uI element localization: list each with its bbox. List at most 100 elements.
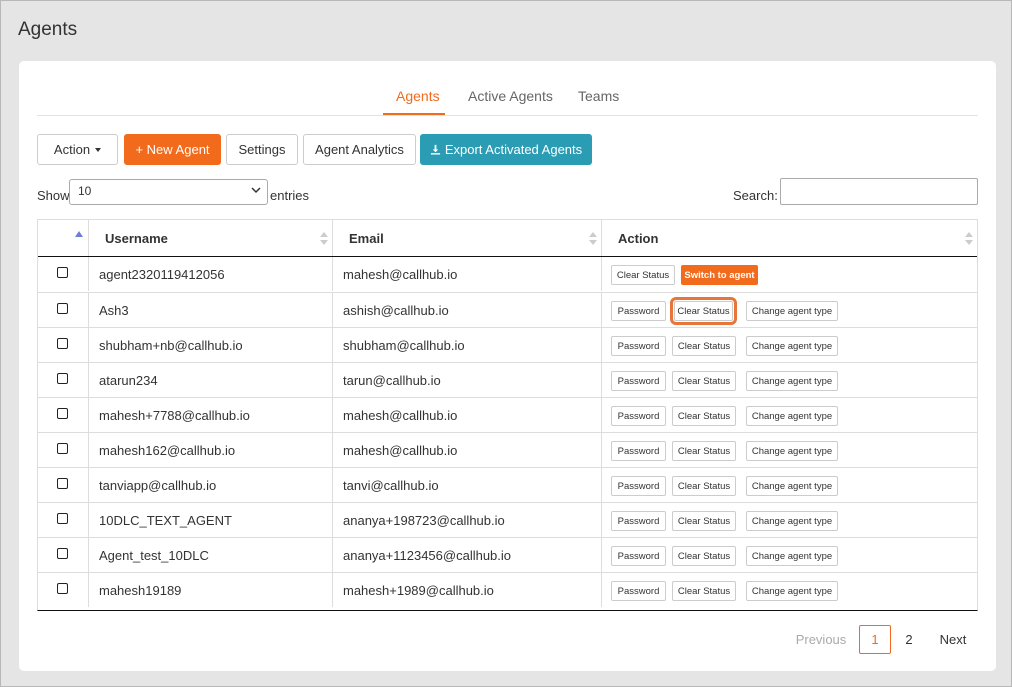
clear-status-button[interactable]: Clear Status <box>672 511 736 531</box>
clear-status-button[interactable]: Clear Status <box>670 297 737 325</box>
row-checkbox[interactable] <box>57 408 68 419</box>
row-checkbox[interactable] <box>57 443 68 454</box>
select-column-header[interactable] <box>38 220 89 256</box>
username-header-label: Username <box>105 230 168 246</box>
action-header-label: Action <box>618 230 659 246</box>
page-title: Agents <box>18 19 78 40</box>
username-column-header[interactable]: Username <box>89 220 333 256</box>
change-agent-type-button[interactable]: Change agent type <box>746 546 838 566</box>
action-cell: Password Clear Status Change agent type <box>602 293 977 327</box>
clear-status-button[interactable]: Clear Status <box>611 265 675 285</box>
password-button[interactable]: Password <box>611 301 666 321</box>
password-button[interactable]: Password <box>611 476 666 496</box>
password-button[interactable]: Password <box>611 581 666 601</box>
clear-status-button[interactable]: Clear Status <box>672 476 736 496</box>
username-cell: Ash3 <box>89 293 333 327</box>
switch-to-agent-button[interactable]: Switch to agent <box>681 265 758 285</box>
username-cell: mahesh+7788@callhub.io <box>89 398 333 432</box>
action-cell: Password Clear Status Change agent type <box>602 468 977 502</box>
password-button[interactable]: Password <box>611 546 666 566</box>
row-checkbox[interactable] <box>57 583 68 594</box>
row-checkbox[interactable] <box>57 548 68 559</box>
change-agent-type-button[interactable]: Change agent type <box>746 511 838 531</box>
username-cell: atarun234 <box>89 363 333 397</box>
row-checkbox[interactable] <box>57 267 68 278</box>
checkbox-cell <box>38 538 89 572</box>
username-cell: mahesh162@callhub.io <box>89 433 333 467</box>
page-size-select[interactable]: 10 <box>69 179 268 205</box>
checkbox-cell <box>38 398 89 432</box>
action-cell: Password Clear Status Change agent type <box>602 433 977 467</box>
row-checkbox[interactable] <box>57 478 68 489</box>
clear-status-button[interactable]: Clear Status <box>672 336 736 356</box>
username-cell: agent2320119412056 <box>89 257 333 291</box>
password-button[interactable]: Password <box>611 511 666 531</box>
tab-bar: Agents Active Agents Teams <box>37 61 978 116</box>
change-agent-type-button[interactable]: Change agent type <box>746 301 838 321</box>
table-row: mahesh+7788@callhub.io mahesh@callhub.io… <box>38 397 977 432</box>
table-row: Ash3 ashish@callhub.io Password Clear St… <box>38 292 977 327</box>
agents-card: Agents Active Agents Teams Action + New … <box>19 61 996 671</box>
email-cell: shubham@callhub.io <box>333 328 602 362</box>
agents-table: Username Email Action agent2320119412056… <box>37 219 978 611</box>
pagination-page-2[interactable]: 2 <box>895 625 923 654</box>
action-cell: Password Clear Status Change agent type <box>602 328 977 362</box>
row-checkbox[interactable] <box>57 338 68 349</box>
tab-agents[interactable]: Agents <box>396 88 440 104</box>
change-agent-type-button[interactable]: Change agent type <box>746 336 838 356</box>
clear-status-button[interactable]: Clear Status <box>672 546 736 566</box>
pagination-next[interactable]: Next <box>931 625 975 654</box>
pagination-page-1[interactable]: 1 <box>859 625 891 654</box>
new-agent-button[interactable]: + New Agent <box>124 134 221 165</box>
settings-button[interactable]: Settings <box>226 134 298 165</box>
caret-down-icon <box>95 147 102 152</box>
checkbox-cell <box>38 573 89 607</box>
sort-icon <box>965 232 973 245</box>
clear-status-button[interactable]: Clear Status <box>672 406 736 426</box>
email-column-header[interactable]: Email <box>333 220 602 256</box>
checkbox-cell <box>38 468 89 502</box>
change-agent-type-button[interactable]: Change agent type <box>746 406 838 426</box>
clear-status-button[interactable]: Clear Status <box>672 441 736 461</box>
row-checkbox[interactable] <box>57 513 68 524</box>
checkbox-cell <box>38 257 89 291</box>
action-cell: Password Clear Status Change agent type <box>602 573 977 607</box>
change-agent-type-button[interactable]: Change agent type <box>746 581 838 601</box>
pagination-previous[interactable]: Previous <box>789 625 853 654</box>
table-header: Username Email Action <box>38 220 977 257</box>
email-cell: ananya+1123456@callhub.io <box>333 538 602 572</box>
tab-teams[interactable]: Teams <box>578 88 619 104</box>
show-label: Show <box>37 188 70 203</box>
change-agent-type-button[interactable]: Change agent type <box>746 441 838 461</box>
change-agent-type-button[interactable]: Change agent type <box>746 476 838 496</box>
change-agent-type-button[interactable]: Change agent type <box>746 371 838 391</box>
action-dropdown-button[interactable]: Action <box>37 134 118 165</box>
sort-icon <box>589 232 597 245</box>
tab-active-agents[interactable]: Active Agents <box>468 88 553 104</box>
password-button[interactable]: Password <box>611 336 666 356</box>
email-cell: ashish@callhub.io <box>333 293 602 327</box>
row-checkbox[interactable] <box>57 373 68 384</box>
action-label: Action <box>53 142 91 157</box>
action-column-header[interactable]: Action <box>602 220 977 256</box>
clear-status-button[interactable]: Clear Status <box>672 581 736 601</box>
password-button[interactable]: Password <box>611 441 666 461</box>
agent-analytics-button[interactable]: Agent Analytics <box>303 134 416 165</box>
clear-status-button[interactable]: Clear Status <box>672 371 736 391</box>
entries-label: entries <box>270 188 310 203</box>
export-activated-agents-button[interactable]: Export Activated Agents <box>420 134 592 165</box>
search-input[interactable] <box>780 178 978 205</box>
action-cell: Password Clear Status Change agent type <box>602 538 977 572</box>
action-cell: Password Clear Status Change agent type <box>602 503 977 537</box>
action-cell: Password Clear Status Change agent type <box>602 363 977 397</box>
row-checkbox[interactable] <box>57 303 68 314</box>
email-cell: ananya+198723@callhub.io <box>333 503 602 537</box>
email-header-label: Email <box>349 230 384 246</box>
password-button[interactable]: Password <box>611 406 666 426</box>
username-cell: Agent_test_10DLC <box>89 538 333 572</box>
password-button[interactable]: Password <box>611 371 666 391</box>
email-cell: tarun@callhub.io <box>333 363 602 397</box>
email-cell: mahesh+1989@callhub.io <box>333 573 602 607</box>
table-row: tanviapp@callhub.io tanvi@callhub.io Pas… <box>38 467 977 502</box>
checkbox-cell <box>38 363 89 397</box>
